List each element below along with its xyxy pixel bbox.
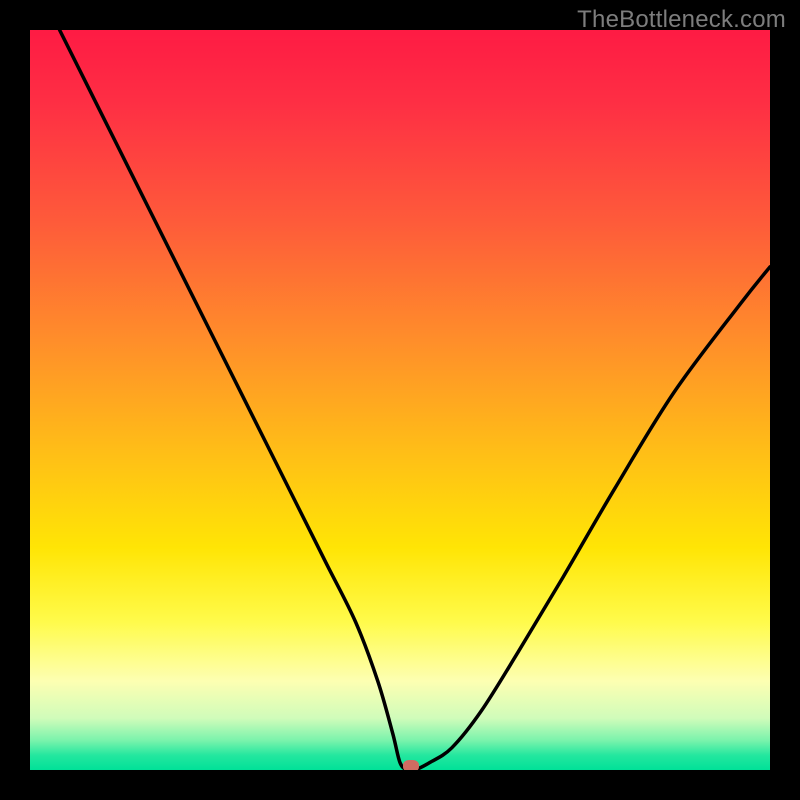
chart-frame: TheBottleneck.com (0, 0, 800, 800)
watermark-text: TheBottleneck.com (577, 6, 786, 34)
minimum-marker (403, 760, 419, 770)
plot-area (30, 30, 770, 770)
bottleneck-curve (30, 30, 770, 770)
